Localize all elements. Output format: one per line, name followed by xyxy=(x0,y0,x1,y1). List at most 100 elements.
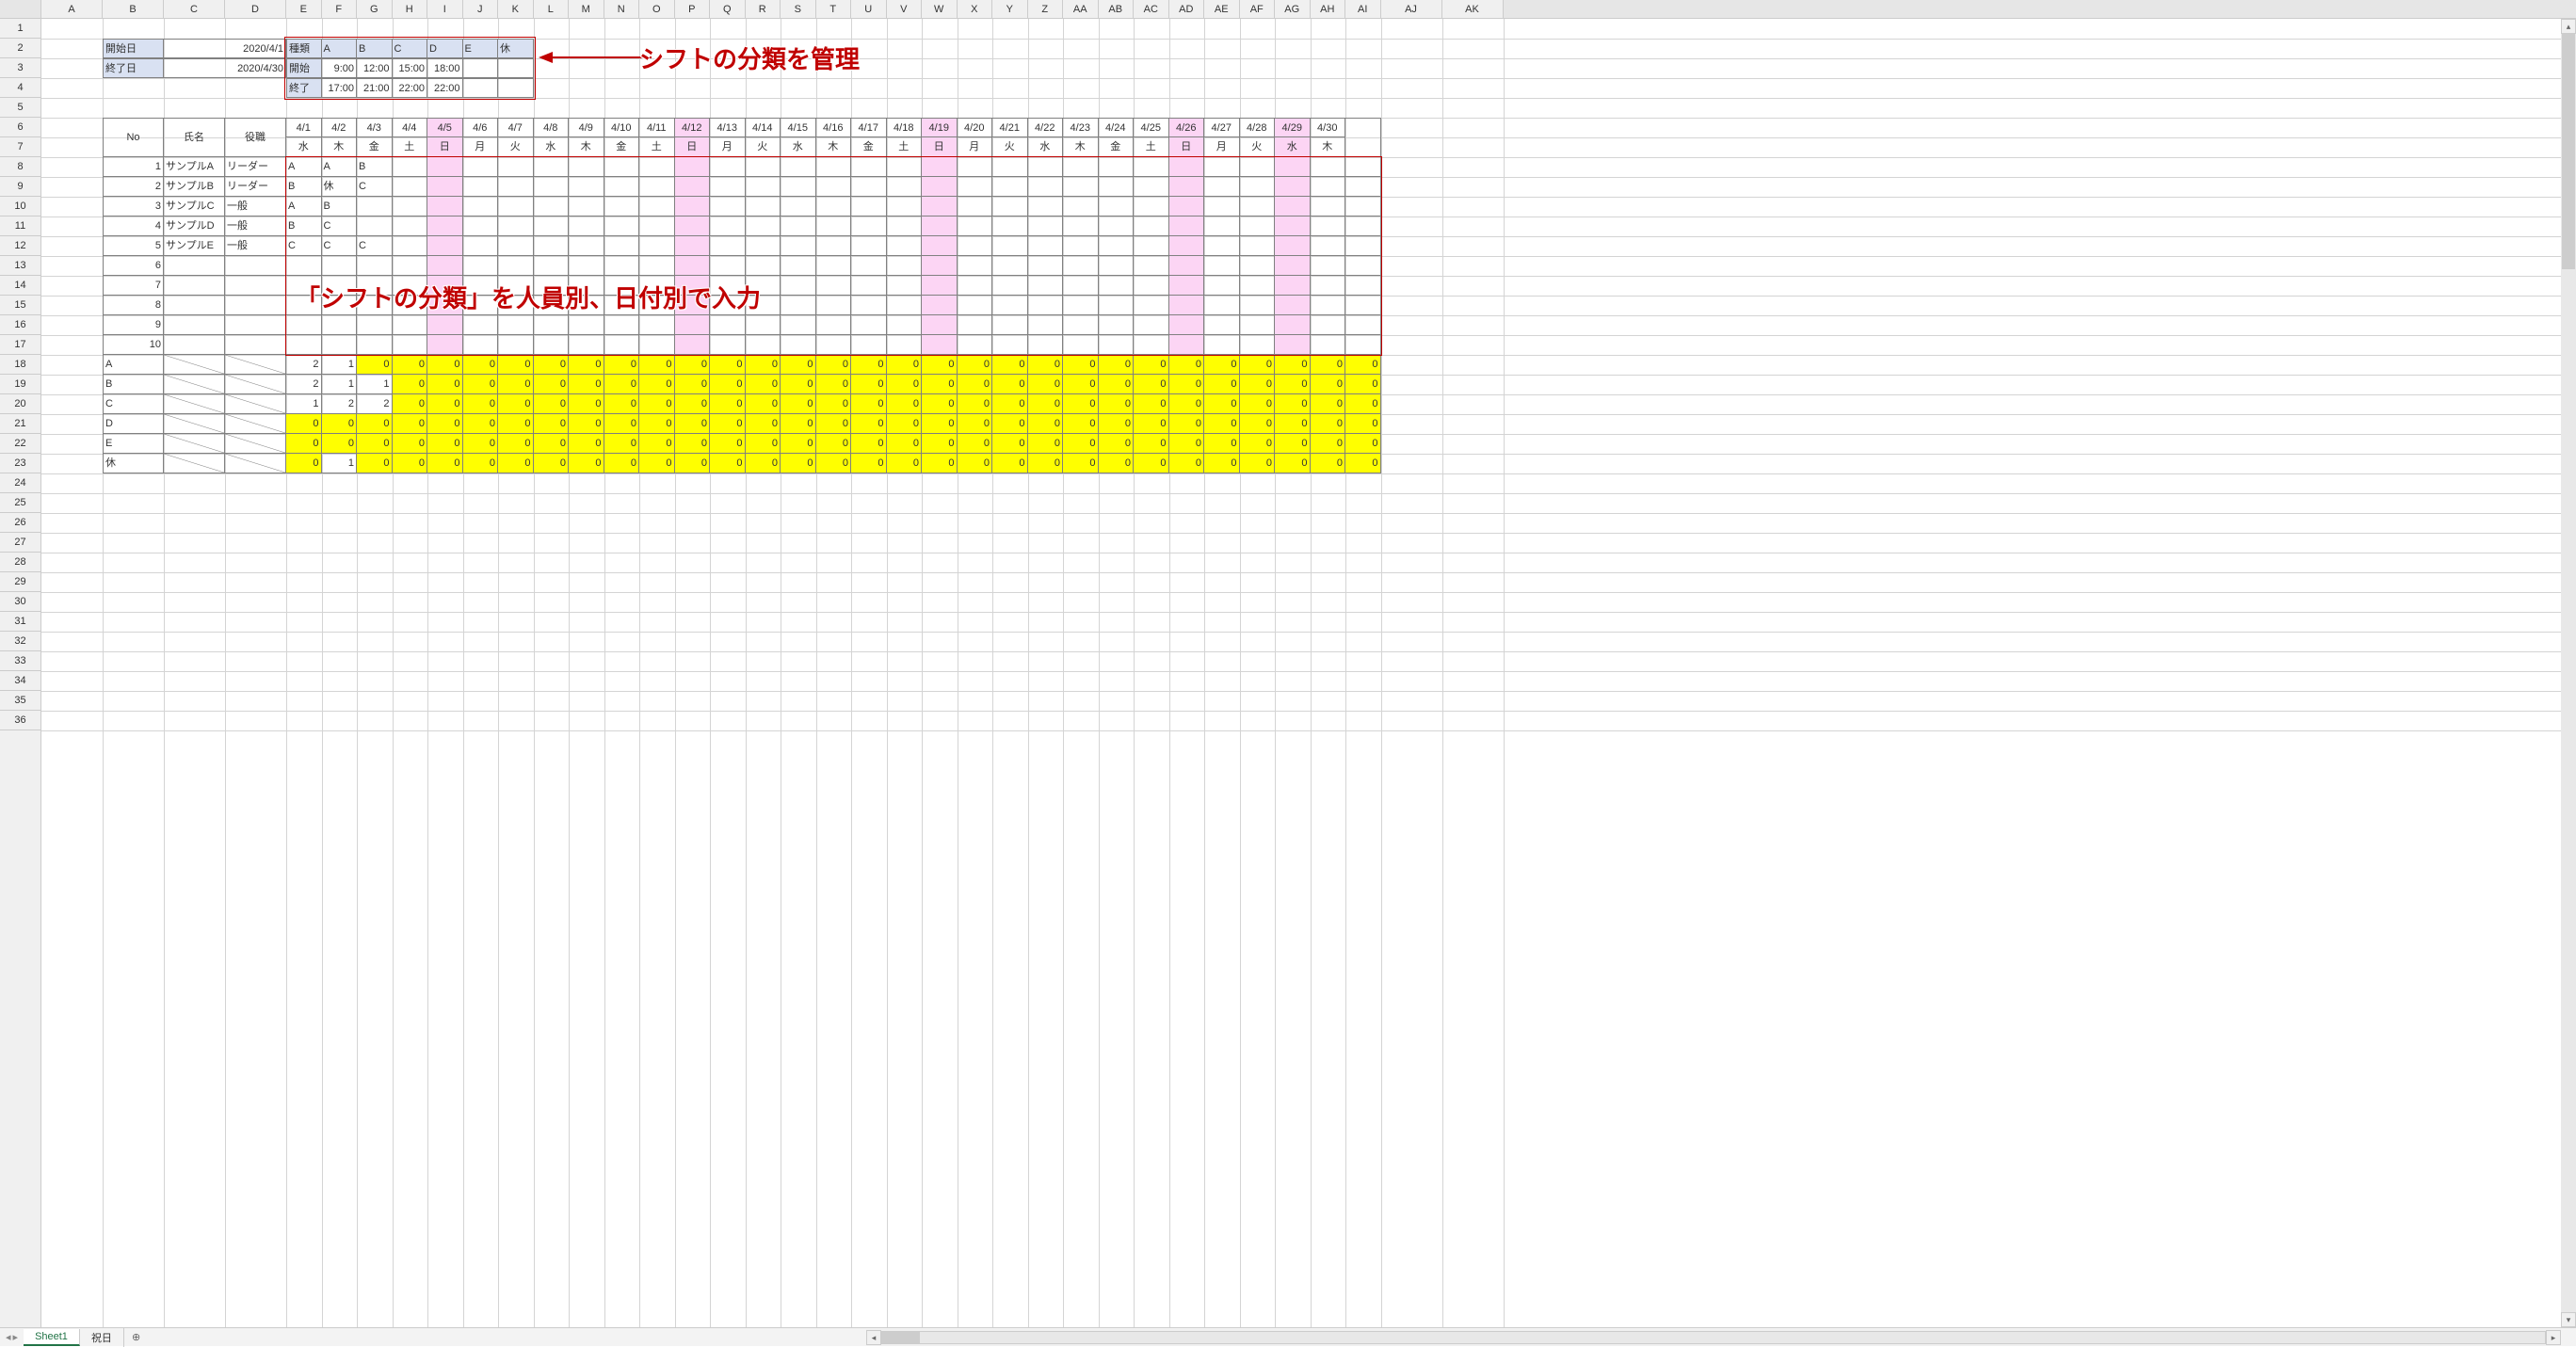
staff-1-d7[interactable] xyxy=(534,157,570,177)
staff-6-d27[interactable] xyxy=(1240,256,1276,276)
col-header-G[interactable]: G xyxy=(357,0,393,18)
staff-7-d25[interactable] xyxy=(1169,276,1205,296)
shift-start-2[interactable]: 15:00 xyxy=(393,58,428,78)
staff-6-d28[interactable] xyxy=(1275,256,1311,276)
col-header-AC[interactable]: AC xyxy=(1134,0,1169,18)
row-header-30[interactable]: 30 xyxy=(0,592,40,612)
staff-3-d24[interactable] xyxy=(1134,197,1169,216)
staff-8-d17[interactable] xyxy=(887,296,923,315)
staff-9-d28[interactable] xyxy=(1275,315,1311,335)
staff-10-d3[interactable] xyxy=(393,335,428,355)
staff-4-d26[interactable] xyxy=(1204,216,1240,236)
col-header-X[interactable]: X xyxy=(958,0,993,18)
row-header-17[interactable]: 17 xyxy=(0,335,40,355)
staff-3-d11[interactable] xyxy=(675,197,711,216)
staff-role-10[interactable] xyxy=(225,335,286,355)
staff-1-d15[interactable] xyxy=(816,157,852,177)
staff-1-d17[interactable] xyxy=(887,157,923,177)
staff-5-d10[interactable] xyxy=(639,236,675,256)
staff-4-d18[interactable] xyxy=(922,216,958,236)
staff-8-d7[interactable] xyxy=(534,296,570,315)
staff-8-d0[interactable] xyxy=(286,296,322,315)
row-header-4[interactable]: 4 xyxy=(0,78,40,98)
staff-3-d9[interactable] xyxy=(604,197,640,216)
staff-8-d3[interactable] xyxy=(393,296,428,315)
staff-7-d27[interactable] xyxy=(1240,276,1276,296)
row-header-14[interactable]: 14 xyxy=(0,276,40,296)
staff-4-d0[interactable]: B xyxy=(286,216,322,236)
hscroll-thumb[interactable] xyxy=(882,1332,920,1343)
row-header-20[interactable]: 20 xyxy=(0,394,40,414)
staff-9-d21[interactable] xyxy=(1028,315,1064,335)
col-header-V[interactable]: V xyxy=(887,0,923,18)
staff-10-d23[interactable] xyxy=(1099,335,1135,355)
staff-4-d24[interactable] xyxy=(1134,216,1169,236)
shift-end-4[interactable] xyxy=(463,78,499,98)
staff-8-d26[interactable] xyxy=(1204,296,1240,315)
staff-1-d25[interactable] xyxy=(1169,157,1205,177)
shift-start-4[interactable] xyxy=(463,58,499,78)
staff-10-d6[interactable] xyxy=(498,335,534,355)
staff-10-d24[interactable] xyxy=(1134,335,1169,355)
staff-3-d0[interactable]: A xyxy=(286,197,322,216)
horizontal-scrollbar[interactable]: ◂ ▸ xyxy=(866,1329,2561,1346)
staff-6-d5[interactable] xyxy=(463,256,499,276)
staff-10-d14[interactable] xyxy=(781,335,816,355)
col-header-J[interactable]: J xyxy=(463,0,499,18)
staff-name-10[interactable] xyxy=(164,335,225,355)
staff-2-d19[interactable] xyxy=(958,177,993,197)
col-header-AH[interactable]: AH xyxy=(1311,0,1346,18)
staff-1-d18[interactable] xyxy=(922,157,958,177)
staff-1-d29[interactable] xyxy=(1311,157,1346,177)
staff-2-d12[interactable] xyxy=(710,177,746,197)
col-header-S[interactable]: S xyxy=(781,0,816,18)
staff-5-d4[interactable] xyxy=(427,236,463,256)
vertical-scrollbar[interactable]: ▴ ▾ xyxy=(2561,19,2576,1327)
col-header-W[interactable]: W xyxy=(922,0,958,18)
staff-6-d8[interactable] xyxy=(569,256,604,276)
staff-3-d3[interactable] xyxy=(393,197,428,216)
staff-role-6[interactable] xyxy=(225,256,286,276)
row-header-5[interactable]: 5 xyxy=(0,98,40,118)
staff-7-d22[interactable] xyxy=(1063,276,1099,296)
staff-role-8[interactable] xyxy=(225,296,286,315)
staff-2-d7[interactable] xyxy=(534,177,570,197)
staff-4-d16[interactable] xyxy=(851,216,887,236)
row-header-18[interactable]: 18 xyxy=(0,355,40,375)
date-end-value[interactable]: 2020/4/30 xyxy=(164,58,286,78)
staff-3-d16[interactable] xyxy=(851,197,887,216)
staff-10-d20[interactable] xyxy=(992,335,1028,355)
staff-3-d17[interactable] xyxy=(887,197,923,216)
staff-4-d13[interactable] xyxy=(746,216,781,236)
staff-5-d14[interactable] xyxy=(781,236,816,256)
col-header-I[interactable]: I xyxy=(427,0,463,18)
row-header-10[interactable]: 10 xyxy=(0,197,40,216)
staff-2-d25[interactable] xyxy=(1169,177,1205,197)
staff-5-d25[interactable] xyxy=(1169,236,1205,256)
staff-10-d22[interactable] xyxy=(1063,335,1099,355)
staff-5-d24[interactable] xyxy=(1134,236,1169,256)
staff-8-d11[interactable] xyxy=(675,296,711,315)
staff-1-d28[interactable] xyxy=(1275,157,1311,177)
vscroll-thumb[interactable] xyxy=(2562,34,2575,269)
staff-7-d7[interactable] xyxy=(534,276,570,296)
col-header-D[interactable]: D xyxy=(225,0,286,18)
scroll-right-button[interactable]: ▸ xyxy=(2546,1330,2561,1345)
staff-10-d11[interactable] xyxy=(675,335,711,355)
staff-6-d15[interactable] xyxy=(816,256,852,276)
staff-name-3[interactable]: サンプルC xyxy=(164,197,225,216)
tab-holidays[interactable]: 祝日 xyxy=(80,1328,124,1347)
row-header-36[interactable]: 36 xyxy=(0,711,40,730)
staff-9-d8[interactable] xyxy=(569,315,604,335)
staff-10-d15[interactable] xyxy=(816,335,852,355)
staff-2-d17[interactable] xyxy=(887,177,923,197)
staff-5-d13[interactable] xyxy=(746,236,781,256)
staff-7-d12[interactable] xyxy=(710,276,746,296)
staff-2-d23[interactable] xyxy=(1099,177,1135,197)
staff-3-d4[interactable] xyxy=(427,197,463,216)
staff-9-d3[interactable] xyxy=(393,315,428,335)
row-header-24[interactable]: 24 xyxy=(0,473,40,493)
col-header-AE[interactable]: AE xyxy=(1204,0,1240,18)
staff-7-d23[interactable] xyxy=(1099,276,1135,296)
staff-no-9[interactable]: 9 xyxy=(103,315,164,335)
